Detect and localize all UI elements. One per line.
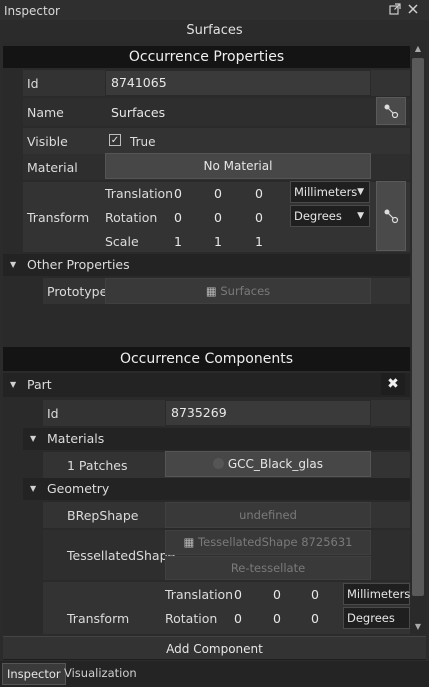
inspector-content: Occurrence Properties Id 8741065 Name Su… — [3, 42, 410, 634]
prototype-value: Surfaces — [220, 284, 271, 298]
part-id-field[interactable]: 8735269 — [165, 400, 371, 426]
mesh-icon: ▦ — [183, 535, 195, 549]
translation-unit-value: Millimeters — [294, 185, 358, 199]
collapse-arrow-icon: ▼ — [10, 380, 17, 389]
part-id-label: Id — [47, 406, 59, 421]
material-swatch-icon — [213, 458, 225, 469]
close-icon[interactable] — [407, 3, 419, 15]
id-field[interactable]: 8741065 — [105, 70, 371, 96]
brep-label: BRepShape — [67, 508, 139, 523]
rotation-unit-value: Degrees — [294, 209, 342, 223]
material-button[interactable]: No Material — [105, 153, 371, 179]
part-translation-label: Translation — [165, 587, 234, 602]
visible-label: Visible — [27, 134, 68, 149]
section-header: Occurrence Components — [3, 347, 410, 371]
visible-value: True — [130, 135, 156, 149]
part-rotation-unit-select[interactable]: Degrees — [343, 607, 410, 629]
pick-icon — [384, 209, 399, 224]
part-translation-unit-value: Millimeters — [347, 587, 410, 601]
geometry-label: Geometry — [47, 481, 110, 496]
part-rotation-x[interactable]: 0 — [234, 611, 242, 626]
other-properties-label: Other Properties — [27, 257, 130, 272]
prototype-label: Prototype — [47, 284, 108, 299]
prototype-button[interactable]: ▦ Surfaces — [105, 278, 371, 304]
scale-x[interactable]: 1 — [174, 234, 182, 249]
rotation-unit-select[interactable]: Degrees ▼ — [290, 205, 370, 227]
tab-visualization[interactable]: Visualization — [60, 663, 141, 685]
visible-checkbox[interactable]: ✓ — [109, 134, 121, 146]
tessellated-shape-value: TessellatedShape 8725631 — [198, 535, 353, 549]
rotation-x[interactable]: 0 — [174, 210, 182, 225]
chevron-down-icon: ▼ — [357, 211, 364, 221]
rotation-y[interactable]: 0 — [214, 210, 222, 225]
part-label: Part — [27, 377, 52, 392]
translation-label: Translation — [105, 186, 174, 201]
pick-name-button[interactable] — [376, 97, 406, 125]
translation-z[interactable]: 0 — [255, 186, 263, 201]
part-translation-y[interactable]: 0 — [273, 587, 281, 602]
visible-row — [23, 128, 410, 154]
selection-name: Surfaces — [186, 23, 243, 38]
pick-icon — [384, 104, 399, 119]
add-component-button[interactable]: Add Component — [3, 636, 426, 660]
part-rotation-y[interactable]: 0 — [273, 611, 281, 626]
scale-z[interactable]: 1 — [255, 234, 263, 249]
panel-titlebar — [0, 0, 429, 20]
part-transform-label: Transform — [67, 611, 130, 626]
section-title: Occurrence Properties — [128, 49, 285, 65]
pick-transform-button[interactable] — [376, 181, 406, 251]
part-translation-z[interactable]: 0 — [311, 587, 319, 602]
part-rotation-z[interactable]: 0 — [311, 611, 319, 626]
translation-x[interactable]: 0 — [174, 186, 182, 201]
part-header[interactable]: ▼ Part — [3, 373, 410, 397]
part-translation-x[interactable]: 0 — [234, 587, 242, 602]
other-properties-header[interactable]: ▼ Other Properties — [3, 254, 410, 276]
retessellate-button[interactable]: Re-tessellate — [165, 556, 371, 580]
panel-title: Inspector — [4, 4, 60, 18]
scroll-up-icon[interactable]: ▲ — [410, 42, 426, 56]
tess-label: TessellatedShape — [67, 548, 176, 563]
translation-unit-select[interactable]: Millimeters ▼ — [290, 181, 370, 203]
name-label: Name — [27, 105, 64, 120]
material-label: Material — [27, 160, 78, 175]
geometry-header[interactable]: ▼ Geometry — [23, 478, 410, 500]
collapse-arrow-icon: ▼ — [30, 434, 37, 443]
materials-label: Materials — [47, 431, 105, 446]
rotation-z[interactable]: 0 — [255, 210, 263, 225]
materials-header[interactable]: ▼ Materials — [23, 428, 410, 450]
name-field[interactable]: Surfaces — [105, 98, 371, 126]
part-rotation-unit-value: Degrees — [347, 611, 395, 625]
patch-material-value: GCC_Black_glas — [227, 457, 323, 471]
section-header: Occurrence Properties — [3, 46, 410, 68]
tessellated-shape-button[interactable]: ▦ TessellatedShape 8725631 — [165, 530, 371, 555]
brep-button[interactable]: undefined — [165, 502, 371, 528]
translation-y[interactable]: 0 — [214, 186, 222, 201]
scroll-down-icon[interactable]: ▼ — [410, 620, 426, 634]
rotation-label: Rotation — [105, 210, 158, 225]
id-label: Id — [27, 76, 39, 91]
undock-icon[interactable] — [389, 3, 401, 15]
part-rotation-label: Rotation — [165, 611, 218, 626]
scale-y[interactable]: 1 — [214, 234, 222, 249]
tab-inspector[interactable]: Inspector — [2, 663, 66, 685]
section-title: Occurrence Components — [119, 351, 294, 367]
part-translation-unit-select[interactable]: Millimeters — [343, 583, 410, 605]
scrollbar-thumb[interactable] — [412, 58, 424, 596]
transform-label: Transform — [27, 210, 90, 225]
collapse-arrow-icon: ▼ — [10, 260, 17, 269]
collapse-arrow-icon: ▼ — [30, 484, 37, 493]
chevron-down-icon: ▼ — [357, 187, 364, 197]
remove-component-button[interactable]: ✖ — [381, 373, 405, 395]
patches-label: 1 Patches — [67, 458, 128, 473]
scale-label: Scale — [105, 234, 139, 249]
patch-material-button[interactable]: GCC_Black_glas — [165, 451, 371, 477]
close-icon: ✖ — [387, 376, 399, 392]
mesh-icon: ▦ — [205, 284, 217, 298]
